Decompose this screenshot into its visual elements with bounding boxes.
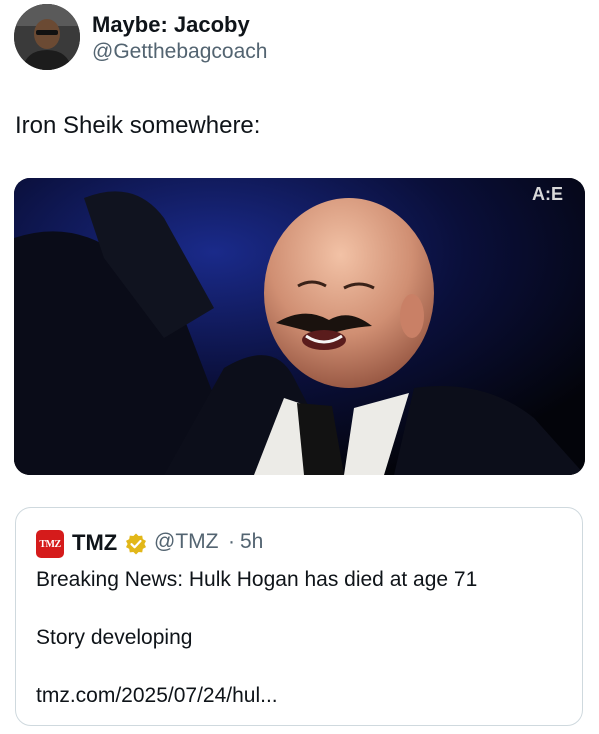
quoted-display-name[interactable]: TMZ	[72, 530, 117, 556]
quoted-text-line-1: Breaking News: Hulk Hogan has died at ag…	[36, 568, 478, 591]
quoted-link[interactable]: tmz.com/2025/07/24/hul...	[36, 684, 278, 708]
tmz-logo[interactable]: TMZ	[36, 530, 64, 558]
author-handle[interactable]: @Getthebagcoach	[92, 40, 267, 64]
tweet-media-image[interactable]: A:E	[14, 178, 585, 475]
iron-sheik-photo	[14, 178, 585, 475]
quoted-handle[interactable]: @TMZ	[154, 530, 218, 554]
meta-separator: ·	[228, 530, 235, 553]
quoted-tweet-card[interactable]: TMZ TMZ @TMZ · 5h Breaking News: Hulk Ho…	[15, 507, 583, 726]
author-avatar-image	[14, 4, 80, 70]
quoted-text-line-2: Story developing	[36, 626, 193, 649]
author-avatar[interactable]	[14, 4, 80, 70]
gold-verified-badge-icon	[126, 533, 146, 555]
quoted-timestamp[interactable]: 5h	[240, 530, 263, 554]
ae-watermark: A:E	[532, 184, 563, 204]
tweet-text: Iron Sheik somewhere:	[15, 112, 261, 139]
author-display-name[interactable]: Maybe: Jacoby	[92, 12, 250, 38]
